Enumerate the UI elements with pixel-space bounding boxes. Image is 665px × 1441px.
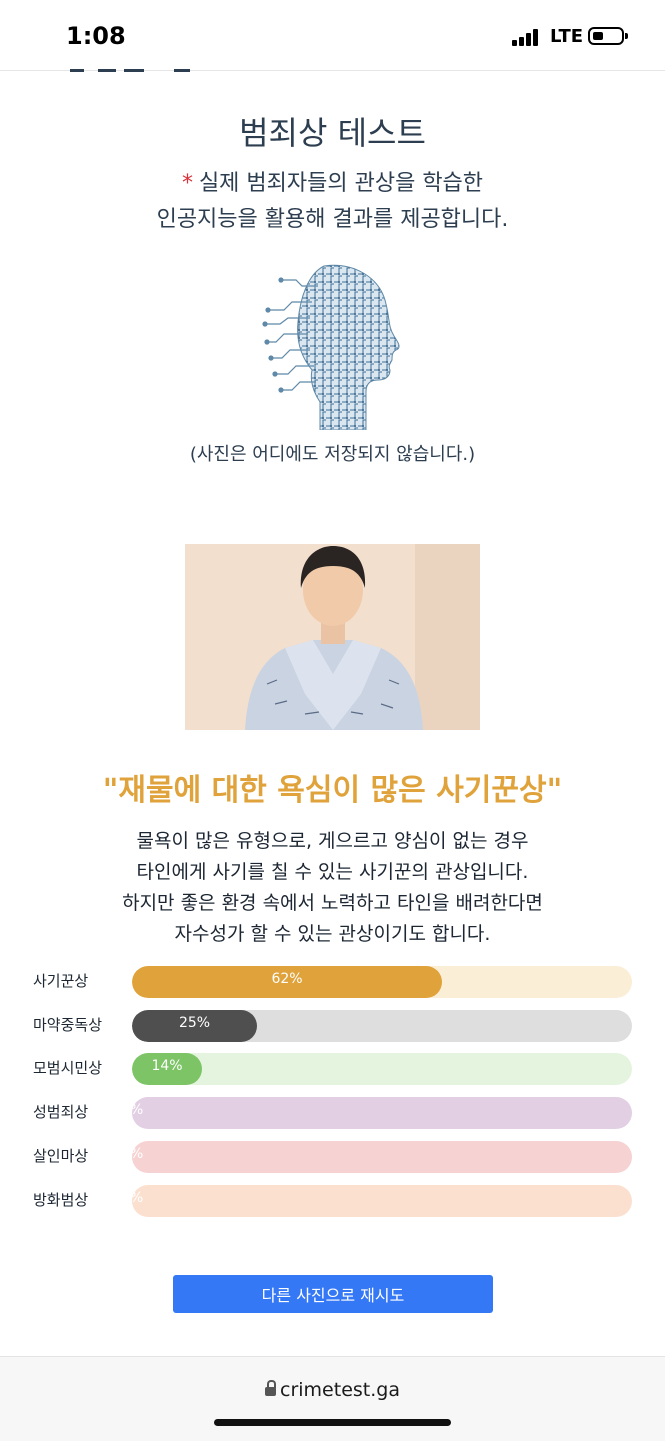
browser-url-bar[interactable]: crimetest.ga: [0, 1356, 665, 1441]
bar-row-sexcrime: 성범죄상 %: [0, 1095, 665, 1129]
result-description-line: 하지만 좋은 환경 속에서 노력하고 타인을 배려한다면: [122, 892, 543, 914]
bar-percent: %: [130, 1102, 144, 1118]
result-title: "재물에 대한 욕심이 많은 사기꾼상": [102, 773, 563, 808]
result-description-line: 타인에게 사기를 칠 수 있는 사기꾼의 관상입니다.: [136, 861, 529, 883]
bar-track: [132, 1097, 632, 1129]
result-description-line: 자수성가 할 수 있는 관상이기도 합니다.: [174, 923, 491, 945]
bar-percent: 62%: [271, 971, 303, 987]
result-description-line: 물욕이 많은 유형으로, 게으르고 양심이 없는 경우: [136, 830, 529, 852]
retry-button[interactable]: 다른 사진으로 재시도: [173, 1275, 493, 1313]
cutoff-header-text: [70, 60, 200, 72]
bar-label: 모범시민상: [33, 1059, 103, 1077]
bar-percent: %: [130, 1190, 144, 1206]
status-time: 1:08: [66, 22, 126, 50]
cellular-signal-icon: [512, 28, 542, 46]
bar-row-fraud: 사기꾼상 62%: [0, 964, 665, 998]
home-indicator[interactable]: [214, 1419, 451, 1426]
bar-row-arson: 방화범상 %: [0, 1183, 665, 1217]
network-type: LTE: [550, 26, 584, 47]
privacy-notice: (사진은 어디에도 저장되지 않습니다.): [189, 444, 476, 465]
status-bar: 1:08 LTE: [0, 0, 665, 72]
ai-head-illustration: [262, 264, 400, 430]
bar-label: 성범죄상: [33, 1103, 89, 1121]
bar-row-drug: 마약중독상 25%: [0, 1008, 665, 1042]
description-line-2: 인공지능을 활용해 결과를 제공합니다.: [156, 207, 509, 232]
page-description: * 실제 범죄자들의 관상을 학습한 인공지능을 활용해 결과를 제공합니다.: [0, 166, 665, 238]
lock-icon: [265, 1380, 277, 1396]
page-title: 범죄상 테스트: [239, 114, 426, 152]
required-star: *: [181, 171, 193, 196]
url-display[interactable]: crimetest.ga: [0, 1379, 665, 1401]
bar-row-citizen: 모범시민상 14%: [0, 1051, 665, 1085]
uploaded-photo: [185, 544, 480, 730]
bar-label: 사기꾼상: [33, 972, 89, 990]
bar-percent: 25%: [178, 1015, 211, 1031]
bar-track: [132, 966, 632, 998]
bar-label: 마약중독상: [33, 1016, 103, 1034]
bar-row-murder: 살인마상 %: [0, 1139, 665, 1173]
bar-track: [132, 1141, 632, 1173]
bar-percent: %: [130, 1146, 144, 1162]
bar-track: [132, 1185, 632, 1217]
result-description: 물욕이 많은 유형으로, 게으르고 양심이 없는 경우 타인에게 사기를 칠 수…: [0, 826, 665, 950]
bar-track: [132, 1053, 632, 1085]
bar-label: 방화범상: [33, 1191, 89, 1209]
bar-label: 살인마상: [33, 1147, 89, 1165]
battery-icon: [588, 27, 628, 45]
description-line-1: 실제 범죄자들의 관상을 학습한: [198, 171, 484, 196]
url-text: crimetest.ga: [280, 1379, 400, 1401]
bar-percent: 14%: [151, 1058, 183, 1074]
